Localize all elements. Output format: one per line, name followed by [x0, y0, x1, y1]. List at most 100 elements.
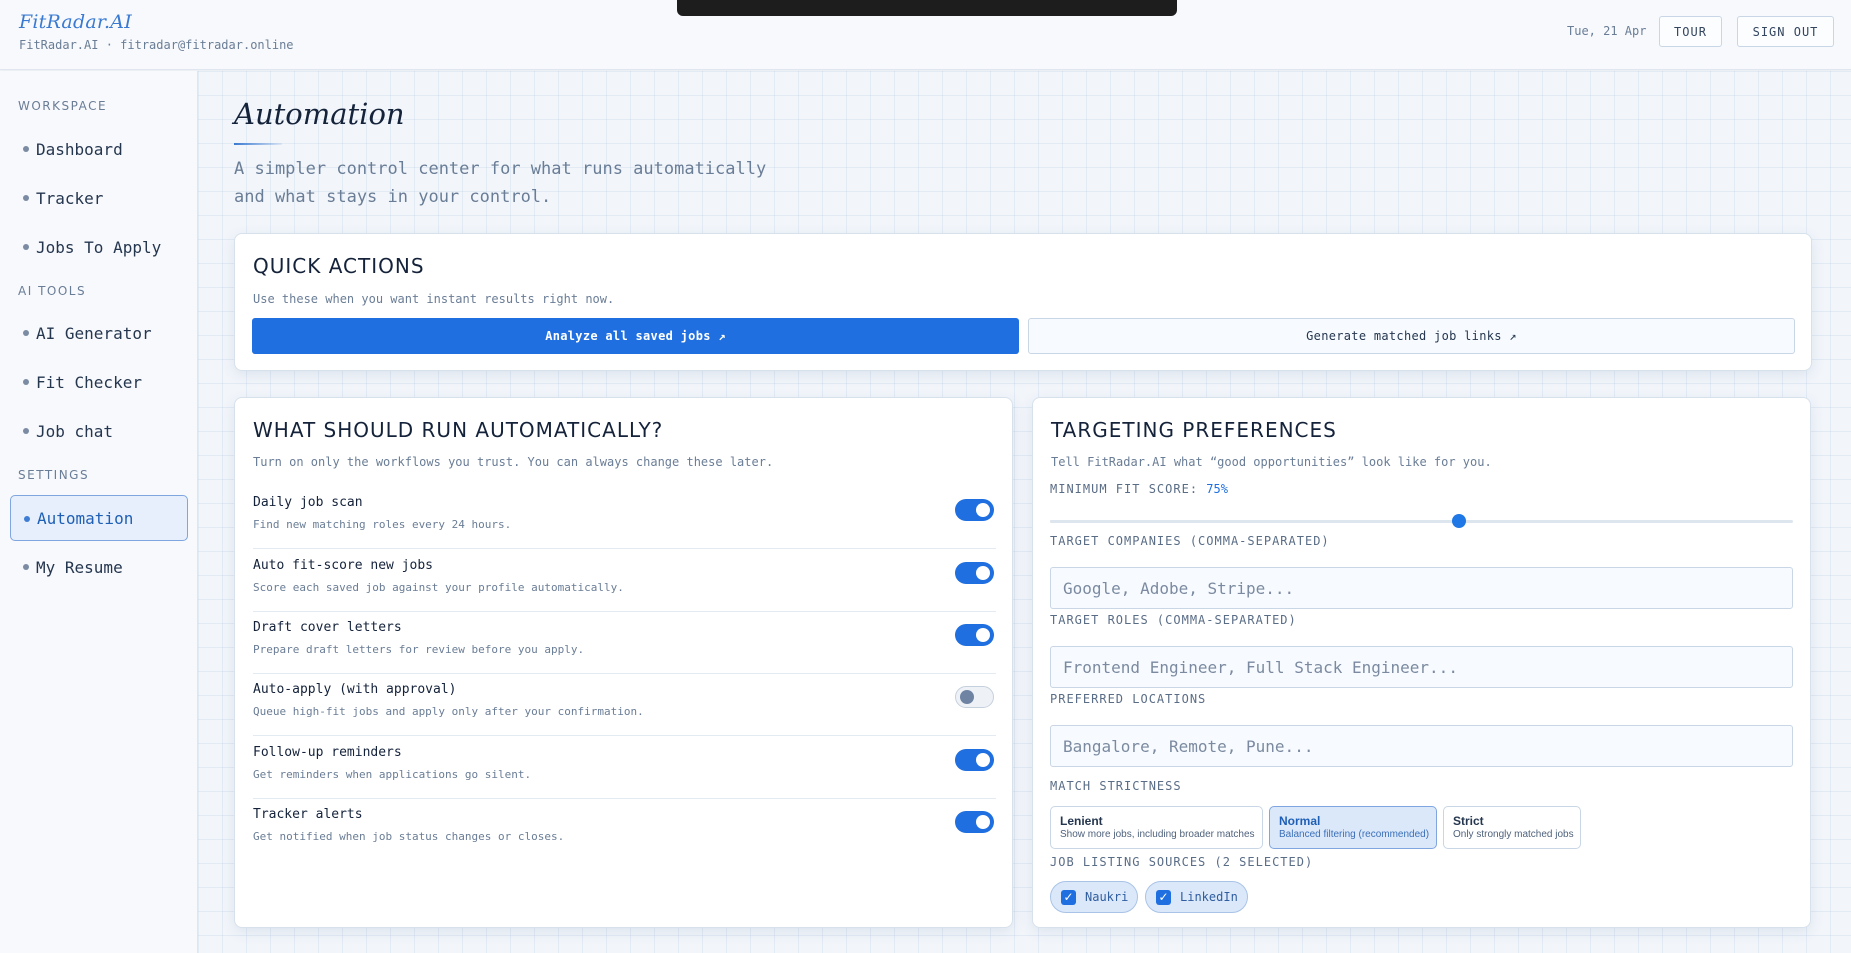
automation-row: Tracker alerts Get notified when job sta… [253, 799, 996, 861]
page-subtitle: A simpler control center for what runs a… [234, 159, 767, 207]
card-title: QUICK ACTIONS [253, 254, 425, 278]
tour-button[interactable]: TOUR [1659, 16, 1722, 47]
main-content: Automation A simpler control center for … [198, 71, 1851, 953]
sidebar-item-label: My Resume [36, 557, 123, 577]
target-companies-input[interactable] [1050, 567, 1793, 609]
sidebar-section-ai-tools: AI TOOLS [18, 284, 87, 298]
row-description: Prepare draft letters for review before … [253, 643, 585, 656]
quick-actions-card: QUICK ACTIONS Use these when you want in… [234, 233, 1812, 371]
row-description: Find new matching roles every 24 hours. [253, 518, 512, 531]
option-description: Only strongly matched jobs [1453, 829, 1574, 840]
generate-job-links-button[interactable]: Generate matched job links ↗ [1028, 318, 1795, 354]
strictness-option-strict[interactable]: Strict Only strongly matched jobs [1443, 806, 1581, 849]
row-title: Daily job scan [253, 495, 363, 510]
sidebar-item-ai-generator[interactable]: AI Generator [10, 310, 188, 356]
preferred-locations-input[interactable] [1050, 725, 1793, 767]
card-subtitle: Use these when you want instant results … [253, 292, 615, 306]
toggle-knob [976, 628, 990, 642]
option-title: Lenient [1060, 814, 1103, 828]
card-title: WHAT SHOULD RUN AUTOMATICALLY? [253, 418, 664, 442]
row-title: Auto fit-score new jobs [253, 558, 434, 573]
row-title: Tracker alerts [253, 807, 363, 822]
min-fit-score-label: MINIMUM FIT SCORE: 75% [1050, 482, 1228, 496]
min-fit-score-value: 75% [1206, 482, 1228, 496]
tracker-alerts-toggle[interactable] [955, 811, 994, 833]
daily-job-scan-toggle[interactable] [955, 499, 994, 521]
sidebar-section-workspace: WORKSPACE [18, 99, 108, 113]
source-label: LinkedIn [1180, 890, 1238, 904]
sidebar-item-jobs-to-apply[interactable]: Jobs To Apply [10, 224, 188, 270]
toggle-knob [976, 566, 990, 580]
slider-thumb[interactable] [1451, 514, 1466, 528]
option-title: Strict [1453, 814, 1484, 828]
strictness-option-lenient[interactable]: Lenient Show more jobs, including broade… [1050, 806, 1263, 849]
auto-apply-toggle[interactable] [955, 686, 994, 708]
match-strictness-label: MATCH STRICTNESS [1050, 779, 1182, 793]
source-chip-linkedin[interactable]: ✓ LinkedIn [1145, 881, 1248, 913]
sidebar-item-fit-checker[interactable]: Fit Checker [10, 359, 188, 405]
card-subtitle: Tell FitRadar.AI what “good opportunitie… [1051, 455, 1492, 469]
automation-row: Draft cover letters Prepare draft letter… [253, 612, 996, 674]
toggle-knob [976, 815, 990, 829]
screen-notch [677, 0, 1177, 16]
sidebar-item-label: AI Generator [36, 323, 152, 343]
sidebar-item-my-resume[interactable]: My Resume [10, 544, 188, 590]
toggle-knob [976, 753, 990, 767]
bullet-icon [23, 244, 29, 250]
title-underline [234, 143, 282, 145]
strictness-option-normal[interactable]: Normal Balanced filtering (recommended) [1269, 806, 1437, 849]
sidebar-item-job-chat[interactable]: Job chat [10, 408, 188, 454]
auto-fit-score-toggle[interactable] [955, 562, 994, 584]
bullet-icon [23, 195, 29, 201]
sidebar-section-settings: SETTINGS [18, 468, 90, 482]
sidebar: WORKSPACE Dashboard Tracker Jobs To Appl… [0, 71, 198, 953]
page-title: Automation [234, 97, 405, 131]
row-description: Queue high-fit jobs and apply only after… [253, 705, 644, 718]
follow-up-reminders-toggle[interactable] [955, 749, 994, 771]
sign-out-button[interactable]: SIGN OUT [1737, 16, 1834, 47]
source-chip-naukri[interactable]: ✓ Naukri [1050, 881, 1138, 913]
job-sources-label: JOB LISTING SOURCES (2 SELECTED) [1050, 855, 1314, 869]
sidebar-item-tracker[interactable]: Tracker [10, 175, 188, 221]
roles-label: TARGET ROLES (COMMA-SEPARATED) [1050, 613, 1297, 627]
checkbox-checked-icon[interactable]: ✓ [1061, 889, 1076, 905]
row-title: Auto-apply (with approval) [253, 682, 457, 697]
sidebar-item-label: Automation [37, 508, 134, 528]
analyze-saved-jobs-button[interactable]: Analyze all saved jobs ↗ [252, 318, 1019, 354]
bullet-icon [23, 428, 29, 434]
row-description: Get reminders when applications go silen… [253, 768, 532, 781]
option-description: Show more jobs, including broader matche… [1060, 829, 1255, 840]
toggle-knob [960, 690, 974, 704]
sidebar-item-automation[interactable]: Automation [10, 495, 188, 541]
sidebar-item-dashboard[interactable]: Dashboard [10, 126, 188, 172]
option-title: Normal [1279, 814, 1321, 828]
min-fit-score-text: MINIMUM FIT SCORE: [1050, 482, 1199, 496]
checkbox-checked-icon[interactable]: ✓ [1156, 889, 1171, 905]
row-description: Get notified when job status changes or … [253, 830, 565, 843]
current-date: Tue, 21 Apr [1567, 24, 1647, 38]
target-roles-input[interactable] [1050, 646, 1793, 688]
sidebar-item-label: Tracker [36, 188, 104, 208]
toggle-knob [976, 503, 990, 517]
account-info: FitRadar.AI · fitradar@fitradar.online [19, 38, 294, 52]
row-description: Score each saved job against your profil… [253, 581, 624, 594]
draft-cover-letters-toggle[interactable] [955, 624, 994, 646]
bullet-icon [24, 516, 30, 522]
automation-row: Daily job scan Find new matching roles e… [253, 487, 996, 549]
sidebar-item-label: Jobs To Apply [36, 237, 162, 257]
targeting-preferences-card: TARGETING PREFERENCES Tell FitRadar.AI w… [1032, 397, 1811, 928]
slider-fill [1050, 520, 1459, 523]
card-subtitle: Turn on only the workflows you trust. Yo… [253, 455, 774, 469]
top-header: FitRadar.AI FitRadar.AI · fitradar@fitra… [0, 0, 1851, 70]
companies-label: TARGET COMPANIES (COMMA-SEPARATED) [1050, 534, 1330, 548]
min-fit-score-slider[interactable] [1050, 514, 1793, 528]
bullet-icon [23, 379, 29, 385]
locations-label: PREFERRED LOCATIONS [1050, 692, 1207, 706]
bullet-icon [23, 330, 29, 336]
option-description: Balanced filtering (recommended) [1279, 829, 1430, 840]
brand-logo[interactable]: FitRadar.AI [19, 11, 132, 33]
sidebar-item-label: Job chat [36, 421, 114, 441]
sidebar-item-label: Dashboard [36, 139, 123, 159]
sidebar-item-label: Fit Checker [36, 372, 142, 392]
automation-row: Auto-apply (with approval) Queue high-fi… [253, 674, 996, 736]
